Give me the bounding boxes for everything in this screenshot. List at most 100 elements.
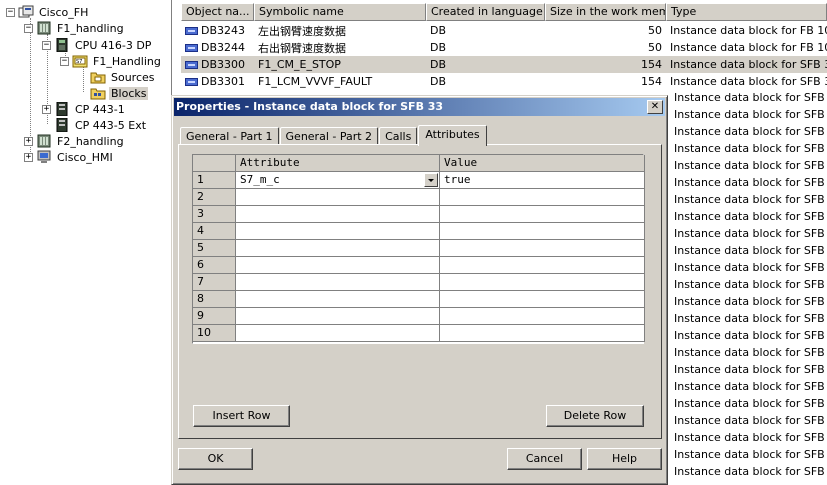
attribute-cell[interactable] (236, 274, 440, 291)
collapse-icon[interactable]: − (42, 40, 51, 50)
row-number: 6 (193, 257, 236, 274)
list-row-type[interactable]: Instance data block for SFB 33 (674, 227, 827, 244)
size: 154 (641, 75, 662, 88)
attribute-cell[interactable] (236, 308, 440, 325)
grid-row[interactable]: 6 (193, 257, 645, 274)
language: DB (430, 58, 447, 71)
collapse-icon[interactable]: − (60, 56, 69, 66)
station-icon (37, 21, 51, 35)
grid-row[interactable]: 8 (193, 291, 645, 308)
grid-row[interactable]: 1 S7_m_c true (193, 172, 645, 189)
attribute-cell[interactable] (236, 325, 440, 342)
list-row-type[interactable]: Instance data block for SFB 33 (674, 193, 827, 210)
list-row-type[interactable]: Instance data block for SFB 33 (674, 125, 827, 142)
tree-item-f1-handling[interactable]: − F1_handling (24, 20, 126, 36)
column-header-type[interactable]: Type (666, 3, 827, 21)
tab-attributes[interactable]: Attributes (418, 125, 487, 146)
attribute-cell[interactable] (236, 189, 440, 206)
value-cell[interactable]: true (440, 172, 645, 189)
expand-icon[interactable]: + (24, 136, 33, 146)
collapse-icon[interactable]: − (24, 23, 33, 33)
column-header-symbolic-name[interactable]: Symbolic name (254, 3, 426, 21)
list-row-type[interactable]: Instance data block for SFB 33 (674, 295, 827, 312)
list-row-type[interactable]: Instance data block for SFB 33 (674, 431, 827, 448)
tree-item-f1-program[interactable]: − S7 F1_Handling (60, 53, 163, 69)
list-row-type[interactable]: Instance data block for SFB 33 (674, 91, 827, 108)
value-cell[interactable] (440, 308, 645, 325)
tree-item-f2-handling[interactable]: + F2_handling (24, 133, 126, 149)
attribute-cell[interactable] (236, 223, 440, 240)
column-header-object-name[interactable]: Object na... (181, 3, 254, 21)
value-cell[interactable] (440, 274, 645, 291)
list-row-type[interactable]: Instance data block for SFB 33 (674, 363, 827, 380)
grid-row[interactable]: 4 (193, 223, 645, 240)
list-row-type[interactable]: Instance data block for SFB 33 (674, 142, 827, 159)
close-button[interactable]: ✕ (647, 100, 663, 114)
tree-item-cpu[interactable]: − CPU 416-3 DP (42, 37, 153, 53)
list-row-type[interactable]: Instance data block for SFB 33 (674, 159, 827, 176)
value-cell[interactable] (440, 257, 645, 274)
value-cell[interactable] (440, 240, 645, 257)
list-row-type[interactable]: Instance data block for SFB 33 (674, 210, 827, 227)
attributes-grid[interactable]: Attribute Value 1 S7_m_c true 2 3 4 5 6 7 8 9 10 (192, 154, 645, 344)
list-row-type[interactable]: Instance data block for SFB 33 (674, 448, 827, 465)
tab-general-part-2[interactable]: General - Part 2 (279, 127, 379, 145)
help-button[interactable]: Help (587, 448, 662, 470)
expand-icon[interactable]: + (24, 152, 33, 162)
list-row[interactable]: DB3243 左出钢臂速度数据 DB 50 Instance data bloc… (181, 22, 827, 39)
cancel-button[interactable]: Cancel (507, 448, 582, 470)
tree-item-cp-443-5[interactable]: CP 443-5 Ext (42, 117, 148, 133)
list-row-type[interactable]: Instance data block for SFB 33 (674, 176, 827, 193)
tree-item-cp-443-1[interactable]: + CP 443-1 (42, 101, 127, 117)
value-cell[interactable] (440, 325, 645, 342)
attribute-cell[interactable] (236, 206, 440, 223)
column-header-language[interactable]: Created in language (426, 3, 545, 21)
list-row[interactable]: DB3244 右出钢臂速度数据 DB 50 Instance data bloc… (181, 39, 827, 56)
list-row-type[interactable]: Instance data block for SFB 33 (674, 380, 827, 397)
collapse-icon[interactable]: − (6, 7, 15, 17)
list-row-type[interactable]: Instance data block for SFB 33 (674, 397, 827, 414)
ok-button[interactable]: OK (178, 448, 253, 470)
chevron-down-icon[interactable] (424, 173, 438, 187)
tree-item-blocks[interactable]: Blocks (78, 85, 149, 101)
tree-item-sources[interactable]: Sources (78, 69, 157, 85)
tree-item-label: CP 443-1 (75, 102, 125, 116)
list-row-type[interactable]: Instance data block for SFB 33 (674, 261, 827, 278)
list-row-type[interactable]: Instance data block for SFB 33 (674, 312, 827, 329)
tab-calls[interactable]: Calls (379, 127, 418, 145)
value-cell[interactable] (440, 291, 645, 308)
attribute-cell[interactable] (236, 291, 440, 308)
value-cell[interactable] (440, 189, 645, 206)
list-row-type[interactable]: Instance data block for SFB 33 (674, 465, 827, 482)
list-row-selected[interactable]: DB3300 F1_CM_E_STOP DB 154 Instance data… (181, 56, 827, 73)
folder-open-icon (90, 88, 106, 100)
attribute-cell[interactable] (236, 257, 440, 274)
grid-row[interactable]: 9 (193, 308, 645, 325)
grid-row[interactable]: 2 (193, 189, 645, 206)
grid-row[interactable]: 3 (193, 206, 645, 223)
tree-item-cisco-fh[interactable]: − Cisco_FH (6, 4, 90, 20)
attribute-cell[interactable]: S7_m_c (236, 172, 440, 189)
delete-row-button[interactable]: Delete Row (546, 405, 644, 427)
dialog-titlebar[interactable]: Properties - Instance data block for SFB… (174, 98, 665, 116)
insert-row-button[interactable]: Insert Row (193, 405, 290, 427)
list-row-type[interactable]: Instance data block for SFB 33 (674, 244, 827, 261)
list-row-type[interactable]: Instance data block for SFB 33 (674, 346, 827, 363)
grid-row[interactable]: 10 (193, 325, 645, 342)
list-row-type[interactable]: Instance data block for SFB 33 (674, 329, 827, 346)
project-tree[interactable]: − Cisco_FH − F1_handling − CPU 416-3 DP … (0, 0, 172, 485)
grid-row[interactable]: 7 (193, 274, 645, 291)
expand-icon[interactable]: + (42, 104, 51, 114)
list-row-type[interactable]: Instance data block for SFB 33 (674, 414, 827, 431)
grid-row[interactable]: 5 (193, 240, 645, 257)
list-row[interactable]: DB3301 F1_LCM_VVVF_FAULT DB 154 Instance… (181, 73, 827, 90)
value-cell[interactable] (440, 206, 645, 223)
tree-item-cisco-hmi[interactable]: + Cisco_HMI (24, 149, 115, 165)
properties-dialog[interactable]: Properties - Instance data block for SFB… (171, 95, 668, 485)
list-row-type[interactable]: Instance data block for SFB 33 (674, 108, 827, 125)
attribute-cell[interactable] (236, 240, 440, 257)
column-header-size[interactable]: Size in the work memory (545, 3, 666, 21)
tab-general-part-1[interactable]: General - Part 1 (180, 127, 279, 145)
list-row-type[interactable]: Instance data block for SFB 33 (674, 278, 827, 295)
value-cell[interactable] (440, 223, 645, 240)
